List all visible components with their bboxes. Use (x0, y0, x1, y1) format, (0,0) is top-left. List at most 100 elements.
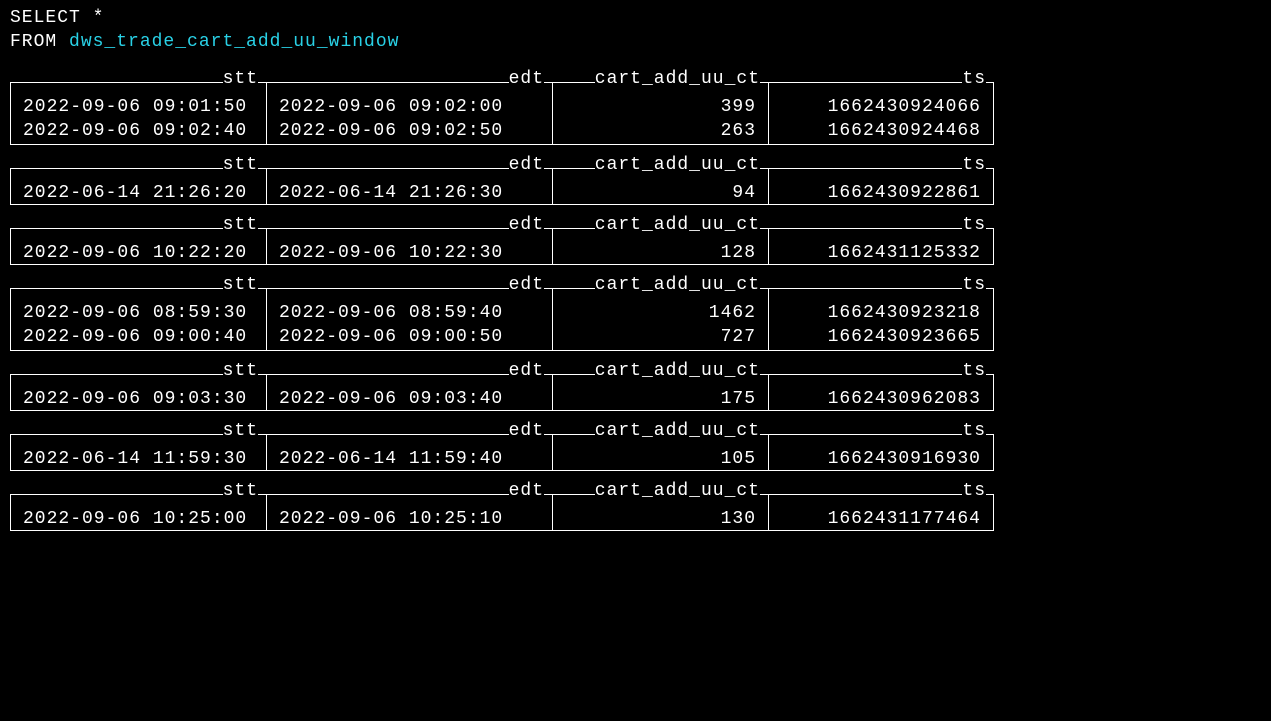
col-header-cart_add_uu_ct: cart_add_uu_ct (552, 73, 768, 91)
sql-query: SELECT * FROM dws_trade_cart_add_uu_wind… (10, 6, 1261, 55)
col-header-label: stt (223, 479, 258, 503)
col-header-label: stt (223, 67, 258, 91)
table-row: 2022-06-14 21:26:202022-06-14 21:26:3094… (10, 177, 1261, 205)
col-header-stt: stt (10, 219, 266, 237)
col-header-stt: stt (10, 279, 266, 297)
col-header-cart_add_uu_ct: cart_add_uu_ct (552, 365, 768, 383)
col-header-label: edt (509, 153, 544, 177)
col-header-ts: ts (768, 425, 994, 443)
col-header-edt: edt (266, 365, 552, 383)
col-header-label: cart_add_uu_ct (595, 359, 760, 383)
cell-stt: 2022-09-06 09:01:50 (10, 91, 266, 117)
result-body: 2022-06-14 11:59:302022-06-14 11:59:4010… (10, 443, 1261, 471)
col-header-label: ts (962, 213, 986, 237)
cell-cart_add_uu_ct: 94 (552, 177, 768, 205)
col-header-ts: ts (768, 73, 994, 91)
table-row: 2022-09-06 09:03:302022-09-06 09:03:4017… (10, 383, 1261, 411)
col-header-label: edt (509, 213, 544, 237)
col-header-label: stt (223, 359, 258, 383)
result-header: sttedtcart_add_uu_ctts (10, 485, 994, 503)
cell-stt: 2022-09-06 09:02:40 (10, 117, 266, 145)
table-row: 2022-09-06 09:02:402022-09-06 09:02:5026… (10, 117, 1261, 145)
cell-stt: 2022-09-06 10:25:00 (10, 503, 266, 531)
cell-ts: 1662430923665 (768, 323, 994, 351)
cell-cart_add_uu_ct: 1462 (552, 297, 768, 323)
result-body: 2022-09-06 09:03:302022-09-06 09:03:4017… (10, 383, 1261, 411)
col-header-ts: ts (768, 159, 994, 177)
table-row: 2022-09-06 09:00:402022-09-06 09:00:5072… (10, 323, 1261, 351)
cell-cart_add_uu_ct: 175 (552, 383, 768, 411)
cell-cart_add_uu_ct: 105 (552, 443, 768, 471)
col-header-label: edt (509, 67, 544, 91)
table-row: 2022-09-06 10:22:202022-09-06 10:22:3012… (10, 237, 1261, 265)
col-header-ts: ts (768, 485, 994, 503)
result-block: sttedtcart_add_uu_ctts2022-06-14 21:26:2… (10, 159, 1261, 205)
cell-cart_add_uu_ct: 128 (552, 237, 768, 265)
table-row: 2022-09-06 10:25:002022-09-06 10:25:1013… (10, 503, 1261, 531)
col-header-label: cart_add_uu_ct (595, 213, 760, 237)
cell-edt: 2022-09-06 10:25:10 (266, 503, 552, 531)
col-header-stt: stt (10, 73, 266, 91)
result-header: sttedtcart_add_uu_ctts (10, 279, 994, 297)
cell-ts: 1662431177464 (768, 503, 994, 531)
result-block: sttedtcart_add_uu_ctts2022-09-06 09:01:5… (10, 73, 1261, 145)
col-header-stt: stt (10, 425, 266, 443)
col-header-ts: ts (768, 219, 994, 237)
sql-from: FROM (10, 32, 69, 52)
result-block: sttedtcart_add_uu_ctts2022-09-06 10:25:0… (10, 485, 1261, 531)
col-header-label: stt (223, 419, 258, 443)
cell-edt: 2022-09-06 09:02:00 (266, 91, 552, 117)
col-header-label: ts (962, 479, 986, 503)
result-block: sttedtcart_add_uu_ctts2022-09-06 10:22:2… (10, 219, 1261, 265)
col-header-label: stt (223, 273, 258, 297)
col-header-stt: stt (10, 365, 266, 383)
cell-edt: 2022-06-14 11:59:40 (266, 443, 552, 471)
cell-stt: 2022-09-06 09:03:30 (10, 383, 266, 411)
cell-ts: 1662430923218 (768, 297, 994, 323)
cell-edt: 2022-09-06 10:22:30 (266, 237, 552, 265)
col-header-label: ts (962, 67, 986, 91)
cell-stt: 2022-06-14 11:59:30 (10, 443, 266, 471)
result-header: sttedtcart_add_uu_ctts (10, 73, 994, 91)
cell-stt: 2022-09-06 08:59:30 (10, 297, 266, 323)
cell-cart_add_uu_ct: 263 (552, 117, 768, 145)
table-row: 2022-09-06 09:01:502022-09-06 09:02:0039… (10, 91, 1261, 117)
cell-edt: 2022-09-06 09:03:40 (266, 383, 552, 411)
col-header-label: ts (962, 273, 986, 297)
col-header-cart_add_uu_ct: cart_add_uu_ct (552, 219, 768, 237)
cell-stt: 2022-09-06 10:22:20 (10, 237, 266, 265)
result-header: sttedtcart_add_uu_ctts (10, 219, 994, 237)
cell-edt: 2022-06-14 21:26:30 (266, 177, 552, 205)
col-header-cart_add_uu_ct: cart_add_uu_ct (552, 425, 768, 443)
col-header-edt: edt (266, 219, 552, 237)
cell-stt: 2022-06-14 21:26:20 (10, 177, 266, 205)
result-body: 2022-09-06 09:01:502022-09-06 09:02:0039… (10, 91, 1261, 145)
result-body: 2022-09-06 10:22:202022-09-06 10:22:3012… (10, 237, 1261, 265)
result-block: sttedtcart_add_uu_ctts2022-09-06 08:59:3… (10, 279, 1261, 351)
col-header-label: edt (509, 273, 544, 297)
sql-select: SELECT * (10, 8, 104, 28)
col-header-stt: stt (10, 159, 266, 177)
result-sets: sttedtcart_add_uu_ctts2022-09-06 09:01:5… (10, 73, 1261, 531)
col-header-cart_add_uu_ct: cart_add_uu_ct (552, 485, 768, 503)
col-header-label: cart_add_uu_ct (595, 67, 760, 91)
col-header-label: edt (509, 359, 544, 383)
col-header-label: cart_add_uu_ct (595, 419, 760, 443)
result-header: sttedtcart_add_uu_ctts (10, 365, 994, 383)
cell-ts: 1662430922861 (768, 177, 994, 205)
result-body: 2022-06-14 21:26:202022-06-14 21:26:3094… (10, 177, 1261, 205)
cell-ts: 1662431125332 (768, 237, 994, 265)
cell-ts: 1662430924468 (768, 117, 994, 145)
result-body: 2022-09-06 08:59:302022-09-06 08:59:4014… (10, 297, 1261, 351)
col-header-label: cart_add_uu_ct (595, 273, 760, 297)
col-header-label: edt (509, 479, 544, 503)
result-block: sttedtcart_add_uu_ctts2022-09-06 09:03:3… (10, 365, 1261, 411)
col-header-ts: ts (768, 365, 994, 383)
col-header-ts: ts (768, 279, 994, 297)
col-header-edt: edt (266, 73, 552, 91)
col-header-label: cart_add_uu_ct (595, 153, 760, 177)
col-header-edt: edt (266, 425, 552, 443)
col-header-label: stt (223, 153, 258, 177)
col-header-stt: stt (10, 485, 266, 503)
col-header-label: ts (962, 359, 986, 383)
